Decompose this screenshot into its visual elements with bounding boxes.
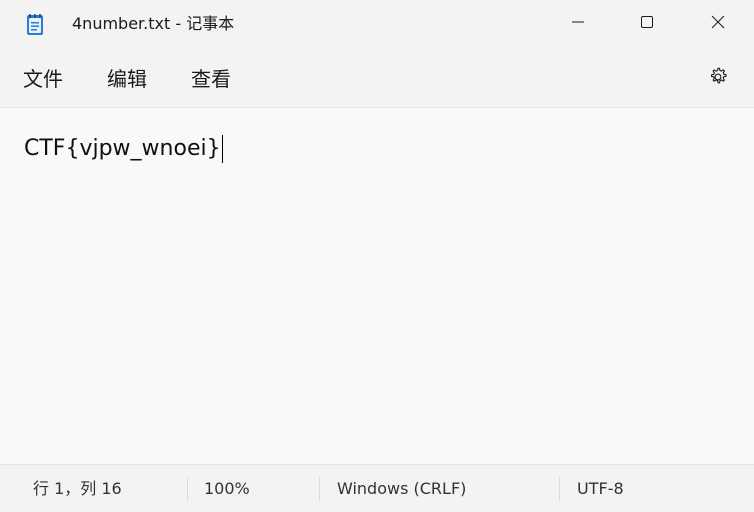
- menu-file[interactable]: 文件: [21, 66, 65, 92]
- encoding[interactable]: UTF-8: [577, 479, 624, 499]
- settings-button[interactable]: [702, 65, 734, 93]
- editor-content[interactable]: CTF{vjpw_wnoei}: [24, 134, 223, 164]
- gear-icon: [707, 66, 729, 92]
- title-bar[interactable]: 4number.txt - 记事本: [0, 0, 754, 50]
- status-divider: [319, 477, 320, 501]
- maximize-icon: [640, 14, 654, 33]
- minimize-button[interactable]: [543, 0, 613, 46]
- maximize-button[interactable]: [612, 0, 682, 46]
- line-ending[interactable]: Windows (CRLF): [337, 479, 466, 499]
- close-button[interactable]: [683, 0, 753, 46]
- text-caret: [221, 135, 223, 163]
- zoom-level[interactable]: 100%: [204, 479, 250, 499]
- menu-edit[interactable]: 编辑: [105, 66, 149, 92]
- notepad-icon: [25, 12, 45, 36]
- status-bar: 行 1，列 16 100% Windows (CRLF) UTF-8: [0, 464, 754, 512]
- menu-view[interactable]: 查看: [189, 66, 233, 92]
- menu-bar: 文件 编辑 查看: [0, 50, 754, 108]
- editor-text-line: CTF{vjpw_wnoei}: [24, 136, 221, 161]
- minimize-icon: [571, 14, 585, 33]
- text-editor[interactable]: CTF{vjpw_wnoei}: [0, 108, 754, 464]
- close-icon: [711, 14, 725, 33]
- status-divider: [559, 477, 560, 501]
- cursor-position: 行 1，列 16: [33, 479, 122, 498]
- notepad-window: 4number.txt - 记事本 文件 编辑 查看 CTF{vjpw_wnoe…: [0, 0, 754, 512]
- status-divider: [187, 477, 188, 501]
- window-title: 4number.txt - 记事本: [72, 14, 235, 33]
